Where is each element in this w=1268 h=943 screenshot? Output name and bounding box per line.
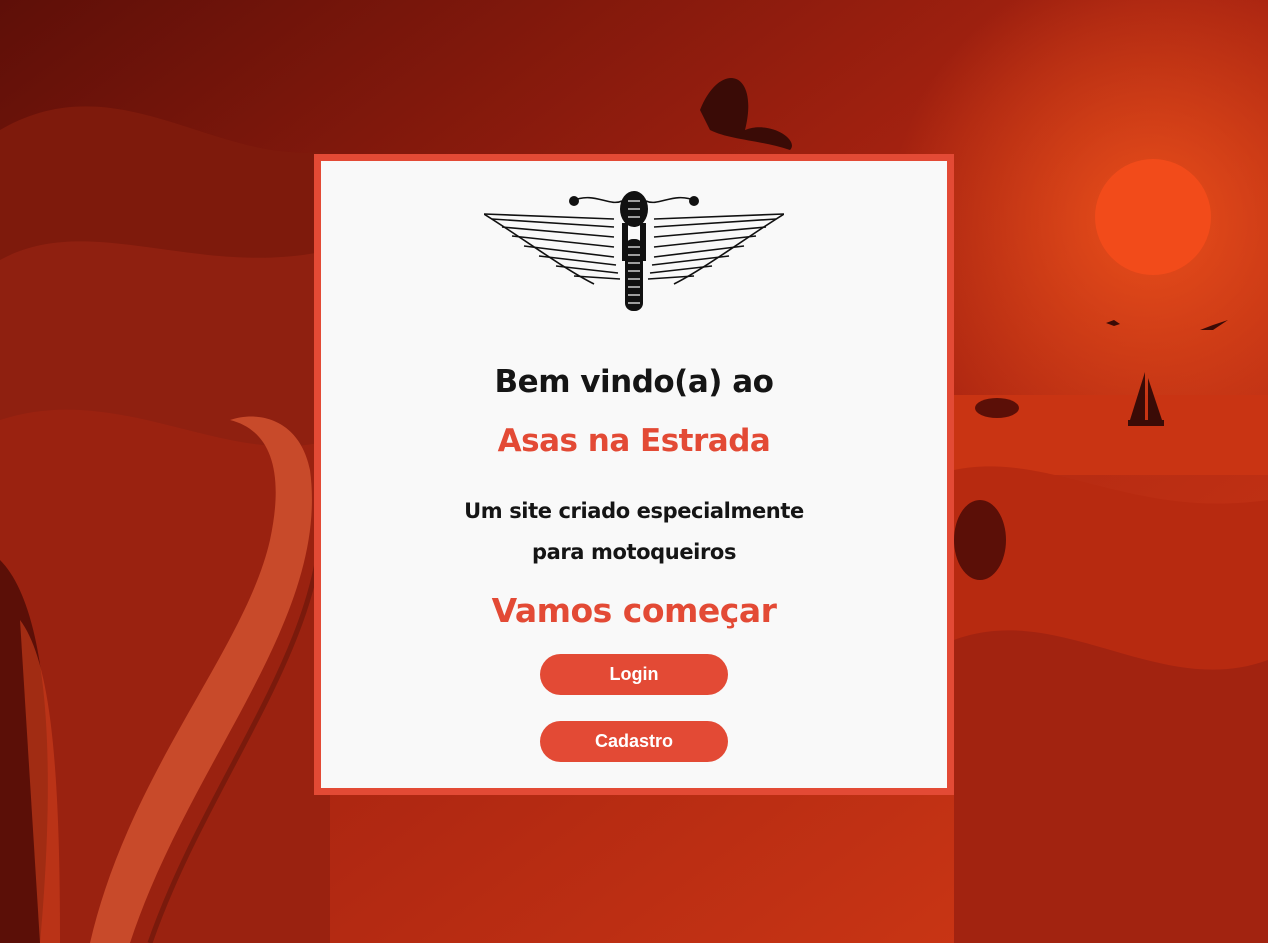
cta-heading: Vamos começar [491, 591, 777, 630]
login-button[interactable]: Login [540, 654, 728, 695]
description-line-2: para motoqueiros [531, 540, 737, 564]
welcome-heading: Bem vindo(a) ao [494, 364, 774, 400]
brand-name: Asas na Estrada [497, 423, 771, 459]
signup-button[interactable]: Cadastro [540, 721, 728, 762]
site-description: Um site criado especialmente para motoqu… [321, 491, 947, 573]
winged-motorcycle-logo-icon [483, 189, 785, 313]
description-line-1: Um site criado especialmente [464, 499, 804, 523]
welcome-card: Bem vindo(a) ao Asas na Estrada Um site … [314, 154, 954, 795]
